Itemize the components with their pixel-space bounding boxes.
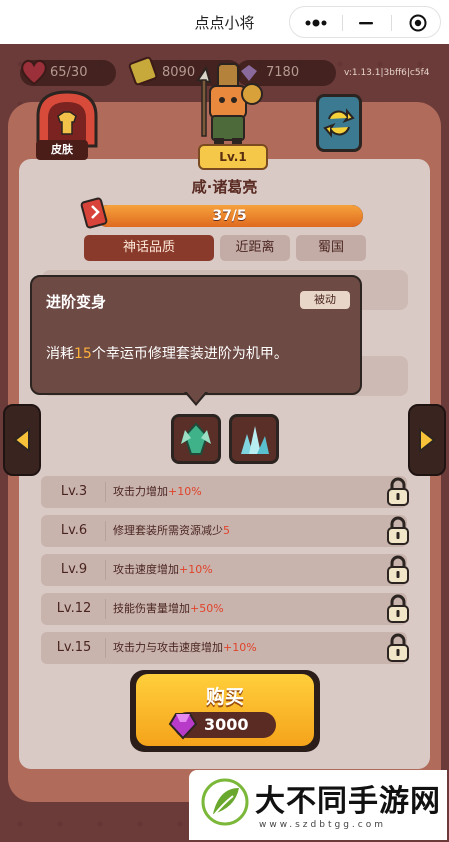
more-dots-icon <box>305 19 327 27</box>
lock-icon <box>387 633 409 662</box>
watermark-url: www.szdbtgg.com <box>259 820 386 830</box>
watermark-logo <box>201 778 249 826</box>
desc-prefix: 消耗 <box>46 346 74 362</box>
skill-tooltip-description: 消耗15个幸运币修理套装进阶为机甲。 <box>46 343 288 363</box>
row-divider <box>105 638 106 658</box>
wardrobe-icon <box>36 90 98 148</box>
row-divider <box>105 482 106 502</box>
mech-skill-icon <box>181 422 211 455</box>
swap-arrows-icon <box>323 108 355 138</box>
skill-slot-crystal[interactable] <box>229 414 279 464</box>
version-label: v:1.13.1|3bff6|c5f4 <box>344 68 430 78</box>
lock-icon <box>387 594 409 623</box>
level-requirement: Lv.9 <box>60 562 88 577</box>
buy-button-face: 购买 3000 <box>136 674 314 746</box>
row-divider <box>105 599 106 619</box>
row-divider <box>105 560 106 580</box>
level-unlock-row[interactable]: Lv.15 攻击力与攻击速度增加+10% <box>41 632 409 664</box>
level-requirement: Lv.12 <box>56 601 92 616</box>
buy-price: 3000 <box>204 715 249 734</box>
crystal-skill-icon <box>241 426 269 454</box>
arrow-right-icon <box>419 427 436 453</box>
bonus-value: +10% <box>168 485 202 498</box>
hero-quality-tag: 神话品质 <box>84 235 214 261</box>
arrow-left-icon <box>13 427 30 453</box>
buy-button[interactable]: 购买 3000 <box>130 670 320 752</box>
coin-ticket-icon <box>128 56 158 86</box>
level-requirement: Lv.6 <box>60 523 88 538</box>
row-divider <box>105 521 106 541</box>
level-requirement: Lv.15 <box>56 640 92 655</box>
watermark-brand: 大不同手游网 <box>255 784 441 819</box>
level-requirement: Lv.3 <box>60 484 88 499</box>
bonus-value: 5 <box>223 524 230 537</box>
skin-button-label: 皮肤 <box>36 140 88 160</box>
hearts-counter: 65/30 <box>20 59 116 86</box>
skill-tooltip-title: 进阶变身 <box>46 293 107 311</box>
bonus-label: 攻击力增加 <box>113 485 168 498</box>
hero-faction-tag: 蜀国 <box>296 235 366 261</box>
level-unlock-row[interactable]: Lv.12 技能伤害量增加+50% <box>41 593 409 625</box>
level-unlock-row[interactable]: Lv.9 攻击速度增加+10% <box>41 554 409 586</box>
level-bonus-text: 修理套装所需资源减少5 <box>113 515 230 547</box>
share-button[interactable] <box>356 11 396 35</box>
level-bonus-text: 攻击力与攻击速度增加+10% <box>113 632 257 664</box>
hero-name: 咸·诸葛亮 <box>191 178 258 196</box>
level-bonus-text: 攻击力增加+10% <box>113 476 202 508</box>
level-unlock-row[interactable]: Lv.3 攻击力增加+10% <box>41 476 409 508</box>
next-hero-button[interactable] <box>408 404 446 476</box>
gems-value: 7180 <box>266 65 300 80</box>
hero-xp-bar: 37/5 <box>96 205 363 227</box>
close-mini-program-button[interactable] <box>398 11 438 35</box>
level-bonus-text: 技能伤害量增加+50% <box>113 593 224 625</box>
hero-sprite <box>196 63 263 154</box>
purple-gem-icon <box>168 713 198 740</box>
buy-price-pill: 3000 <box>168 712 276 740</box>
hero-range-tag: 近距离 <box>220 235 290 261</box>
skill-type-badge: 被动 <box>300 291 350 309</box>
more-menu-button[interactable] <box>296 11 336 35</box>
buy-button-label: 购买 <box>205 686 244 708</box>
skill-tooltip: 进阶变身 被动 消耗15个幸运币修理套装进阶为机甲。 <box>30 275 362 395</box>
level-bonus-text: 攻击速度增加+10% <box>113 554 213 586</box>
target-close-icon <box>409 14 427 32</box>
desc-number: 15 <box>74 346 92 362</box>
bonus-value: +10% <box>223 641 257 654</box>
tooltip-pointer-inner <box>186 391 206 403</box>
capsule-divider <box>342 15 343 31</box>
bonus-label: 攻击力与攻击速度增加 <box>113 641 223 654</box>
hearts-value: 65/30 <box>50 65 88 80</box>
desc-suffix: 个幸运币修理套装进阶为机甲。 <box>91 346 288 362</box>
level-unlock-row[interactable]: Lv.6 修理套装所需资源减少5 <box>41 515 409 547</box>
lock-icon <box>387 477 409 506</box>
heart-icon <box>21 59 47 86</box>
bonus-label: 修理套装所需资源减少 <box>113 524 223 537</box>
upgrade-card-icon <box>80 197 108 229</box>
bonus-value: +10% <box>179 563 213 576</box>
capsule-menu <box>289 6 441 38</box>
game-viewport: 65/30 8090 7180 v:1.13.1|3bff6|c5f4 皮肤 L… <box>0 44 449 842</box>
hero-level-badge: Lv.1 <box>198 144 268 170</box>
site-watermark: 大不同手游网 www.szdbtgg.com <box>189 770 447 840</box>
bonus-label: 攻击速度增加 <box>113 563 179 576</box>
previous-hero-button[interactable] <box>3 404 41 476</box>
lock-icon <box>387 555 409 584</box>
bonus-value: +50% <box>190 602 224 615</box>
lock-icon <box>387 516 409 545</box>
bonus-label: 技能伤害量增加 <box>113 602 190 615</box>
mini-program-titlebar: 点点小将 <box>0 0 449 44</box>
swap-hero-button[interactable] <box>316 94 362 152</box>
hero-xp-text: 37/5 <box>212 208 247 224</box>
skill-slot-mech[interactable] <box>171 414 221 464</box>
